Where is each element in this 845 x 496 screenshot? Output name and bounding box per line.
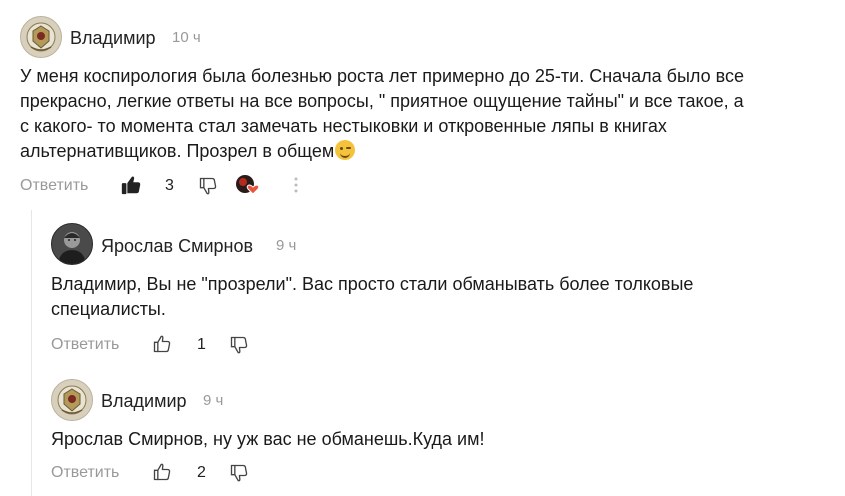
author-name[interactable]: Ярослав Смирнов	[101, 236, 253, 257]
thumbs-down-icon[interactable]	[229, 463, 249, 483]
like-count: 3	[165, 177, 174, 194]
comment-text-line: Ярослав Смирнов, ну уж вас не обманешь.К…	[51, 429, 485, 449]
comment-text: Владимир, Вы не "прозрели". Вас просто с…	[51, 272, 693, 322]
author-heart-reaction-icon	[236, 175, 260, 195]
comment-text-line: с какого- то момента стал замечать несты…	[20, 116, 667, 136]
thumbs-up-icon[interactable]	[152, 334, 172, 354]
comment-text-line: Владимир, Вы не "прозрели". Вас просто с…	[51, 274, 694, 294]
avatar[interactable]	[20, 16, 62, 58]
comment-text-line: прекрасно, легкие ответы на все вопросы,…	[20, 91, 744, 111]
reply-button[interactable]: Ответить	[51, 336, 119, 354]
comment-time: 9 ч	[276, 237, 297, 254]
thread-line	[31, 210, 32, 496]
comment-text: Ярослав Смирнов, ну уж вас не обманешь.К…	[51, 427, 484, 452]
comment-time: 9 ч	[203, 392, 224, 409]
wink-emoji	[335, 140, 356, 160]
thumbs-up-filled-icon[interactable]	[120, 174, 142, 196]
comment-text-line-last: альтернативщиков. Прозрел в общем	[20, 139, 744, 164]
author-name[interactable]: Владимир	[70, 28, 156, 49]
thumbs-down-icon[interactable]	[229, 335, 249, 355]
comment-text-line: специалисты.	[51, 299, 166, 319]
like-count: 1	[197, 336, 206, 353]
crest-avatar-image	[52, 380, 92, 420]
comment-time: 10 ч	[172, 29, 201, 46]
reply-button[interactable]: Ответить	[51, 464, 119, 482]
thumbs-down-icon[interactable]	[198, 176, 218, 196]
reply-button[interactable]: Ответить	[20, 177, 88, 195]
crest-avatar-image	[21, 17, 61, 57]
avatar[interactable]	[51, 379, 93, 421]
more-vertical-icon[interactable]	[293, 176, 299, 194]
avatar[interactable]	[51, 223, 93, 265]
comment-text-line: У меня коспирология была болезнью роста …	[20, 66, 745, 86]
comment-text-line: альтернативщиков. Прозрел в общем	[20, 141, 335, 161]
author-name[interactable]: Владимир	[101, 391, 187, 412]
comment-text: У меня коспирология была болезнью роста …	[20, 64, 744, 164]
like-count: 2	[197, 464, 206, 481]
portrait-avatar-image	[52, 224, 92, 264]
thumbs-up-icon[interactable]	[152, 462, 172, 482]
